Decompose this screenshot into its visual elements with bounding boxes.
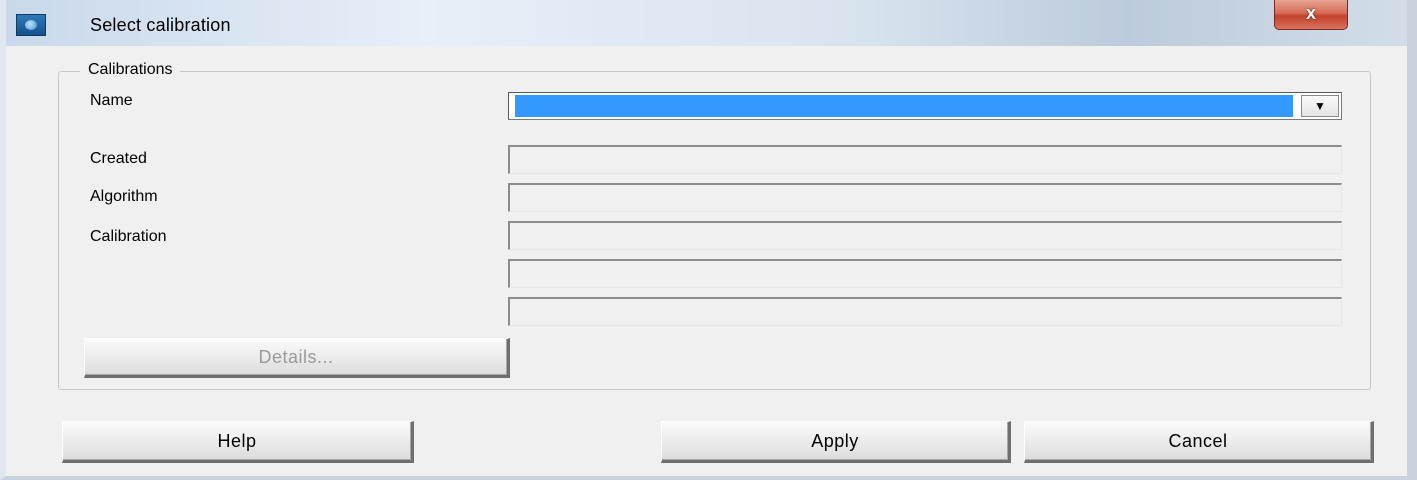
dropdown-button[interactable]: ▼: [1301, 95, 1339, 117]
name-combobox-value: [515, 95, 1293, 117]
select-calibration-dialog: Select calibration x Calibrations Name ▼…: [0, 0, 1417, 480]
title-bar[interactable]: Select calibration: [6, 0, 1407, 46]
created-field: [508, 145, 1342, 174]
details-button[interactable]: Details...: [84, 338, 510, 378]
calibrations-group-title: Calibrations: [80, 61, 181, 79]
calibration-field-line-2: [508, 259, 1342, 288]
close-icon: x: [1305, 3, 1316, 23]
help-button[interactable]: Help: [62, 421, 414, 463]
chevron-down-icon: ▼: [1314, 99, 1326, 113]
calibration-field-line-3: [508, 297, 1342, 326]
algorithm-field: [508, 183, 1342, 212]
cancel-button[interactable]: Cancel: [1024, 421, 1374, 463]
algorithm-label: Algorithm: [90, 188, 158, 205]
name-label: Name: [90, 92, 133, 109]
app-icon: [16, 14, 46, 36]
window-title: Select calibration: [90, 15, 231, 35]
apply-button[interactable]: Apply: [661, 421, 1011, 463]
close-button[interactable]: x: [1274, 0, 1348, 30]
calibration-field-line-1: [508, 221, 1342, 250]
calibration-label: Calibration: [90, 228, 167, 245]
name-combobox[interactable]: ▼: [508, 92, 1342, 120]
created-label: Created: [90, 150, 147, 167]
